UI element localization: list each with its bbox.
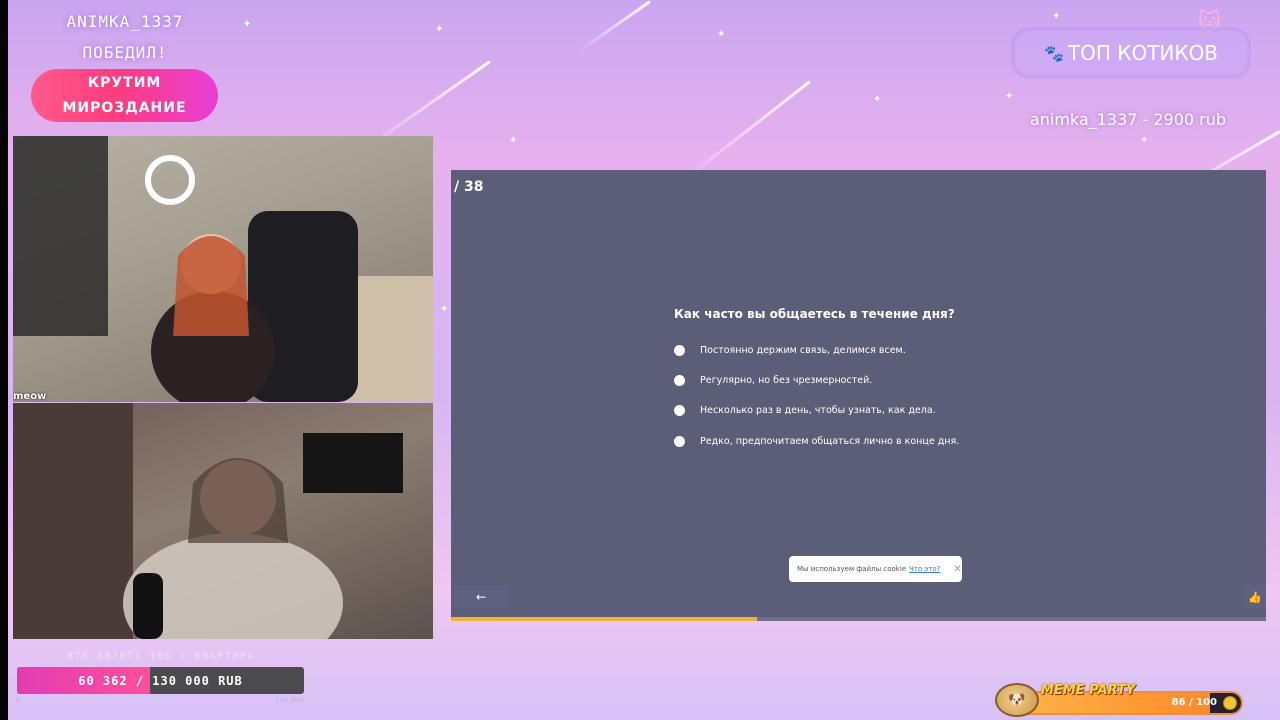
answer-option-3[interactable]: Несколько раз в день, чтобы узнать, как … [674,405,936,416]
wheel-banner: КРУТИМ МИРОЗДАНИЕ [31,69,218,122]
top-cats-panel: 🐾 ТОП КОТИКОВ [1015,31,1247,75]
cookie-banner: Мы используем файлы cookie Что это? ✕ [789,556,962,582]
close-icon[interactable]: ✕ [953,564,961,575]
star-icon: ✦ [435,24,444,35]
webcam-scene-bottom [13,403,403,639]
person-bottom-hair [188,458,288,543]
meme-party-widget: 🐶 MEME PARTY 86 / 100 [995,683,1245,717]
cookie-text: Мы используем файлы cookie [797,565,907,573]
doge-icon: 🐶 [995,683,1039,717]
star-icon: ✦ [440,304,449,315]
top-donor: animka_1337 - 2900 rub [1029,110,1227,129]
shooting-star-streak [682,80,811,182]
star-icon: ✦ [243,19,252,30]
monitor [303,433,403,493]
wheel-banner-line2: МИРОЗДАНИЕ [62,99,187,116]
answer-option-4[interactable]: Редко, предпочитаем общаться лично в кон… [674,436,959,447]
answer-label: Постоянно держим связь, делимся всем. [700,345,906,356]
radio-button[interactable] [674,375,685,386]
goal-progress-bar: 60 362 / 130 000 RUB [17,667,304,694]
winner-text: ПОБЕДИЛ! [82,43,168,62]
wheel-banner-line1: КРУТИМ [87,74,162,91]
goal-title: RTX 5070TI 16G + КВАРТИРА [66,651,255,662]
quiz-progress-track [451,617,1266,621]
answer-option-2[interactable]: Регулярно, но без чрезмерностей. [674,375,872,386]
answer-label: Регулярно, но без чрезмерностей. [700,375,873,386]
coin-icon [1223,696,1237,710]
cookie-info-link[interactable]: Что это? [909,565,940,573]
winner-name: ANIMKA_1337 [66,12,184,31]
person-top-hair [173,236,249,336]
star-icon: ✦ [1052,11,1061,22]
paw-icon: 🐾 [1043,43,1064,63]
answer-option-1[interactable]: Постоянно держим связь, делимся всем. [674,345,906,356]
webcam-feed-top: meow [13,136,433,402]
question-counter: / 38 [454,179,484,195]
question-text: Как часто вы общаетесь в течение дня? [674,307,955,321]
quiz-progress-fill [451,617,757,621]
meme-party-title: MEME PARTY [1041,683,1136,698]
star-icon: ✦ [509,135,518,146]
webcam-feed-bottom [13,403,433,639]
shooting-star-streak [575,0,651,55]
answer-label: Несколько раз в день, чтобы узнать, как … [700,405,936,416]
quiz-panel: / 38 Как часто вы общаетесь в течение дн… [451,170,1266,621]
webcam-label: meow [13,391,47,402]
meme-party-count: 86 / 100 [1171,697,1217,708]
radio-button[interactable] [674,436,685,447]
back-button[interactable]: ← [454,585,508,609]
winner-announcement: ANIMKA_1337 ПОБЕДИЛ! [40,6,210,68]
arrow-left-icon: ← [475,590,487,604]
left-edge-bar [0,0,8,720]
goal-max-label: 130 000 [275,696,304,704]
thumbs-up-icon: 👍 [1248,590,1262,604]
like-button[interactable]: 👍 [1244,585,1266,609]
answer-label: Редко, предпочитаем общаться лично в кон… [700,436,960,447]
webcam-scene-top [13,136,433,402]
top-cats-label: ТОП КОТИКОВ [1067,41,1219,65]
radio-button[interactable] [674,405,685,416]
star-icon: ✦ [1005,91,1014,102]
goal-min-label: 0 [16,696,21,704]
ring-light [145,155,195,205]
star-icon: ✦ [873,94,882,105]
radio-button[interactable] [674,345,685,356]
microphone [133,573,163,639]
goal-progress-text: 60 362 / 130 000 RUB [78,673,243,688]
star-icon: ✦ [1140,135,1149,146]
curtain [13,403,133,639]
star-icon: ✦ [717,29,726,40]
microphone-arm [13,136,108,336]
